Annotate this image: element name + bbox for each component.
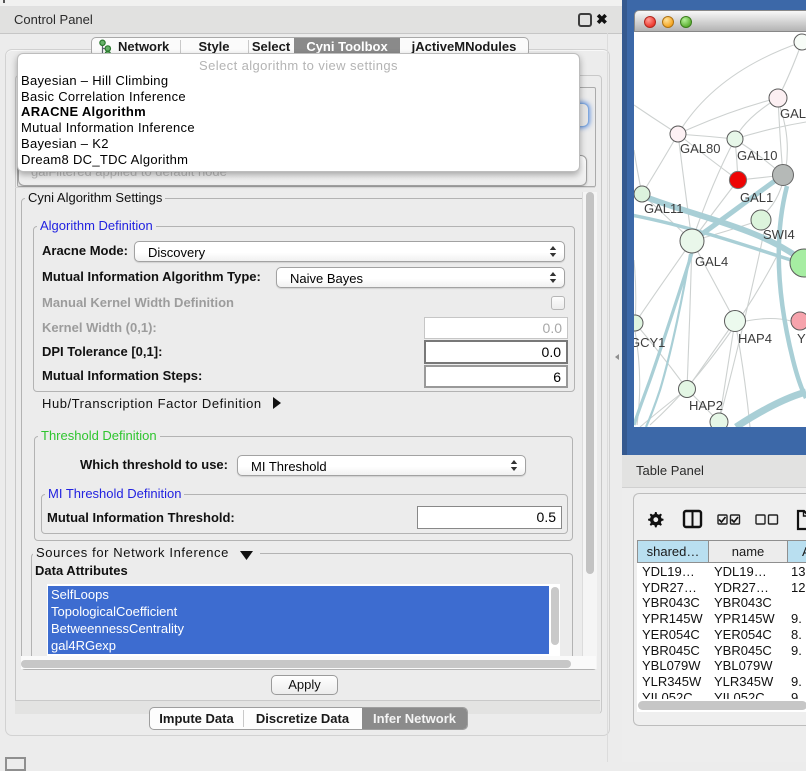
svg-text:GAL11: GAL11 <box>644 201 684 216</box>
svg-text:GAL: GAL <box>780 106 806 121</box>
svg-text:SWI4: SWI4 <box>763 227 795 242</box>
svg-text:HAP4: HAP4 <box>738 331 772 346</box>
svg-text:GCY1: GCY1 <box>634 335 665 350</box>
svg-text:GAL1: GAL1 <box>740 190 773 205</box>
svg-text:HAP2: HAP2 <box>689 398 723 413</box>
svg-text:Y: Y <box>797 331 806 346</box>
svg-text:GAL80: GAL80 <box>680 141 720 156</box>
svg-text:GAL10: GAL10 <box>737 148 777 163</box>
svg-text:GAL4: GAL4 <box>695 254 728 269</box>
